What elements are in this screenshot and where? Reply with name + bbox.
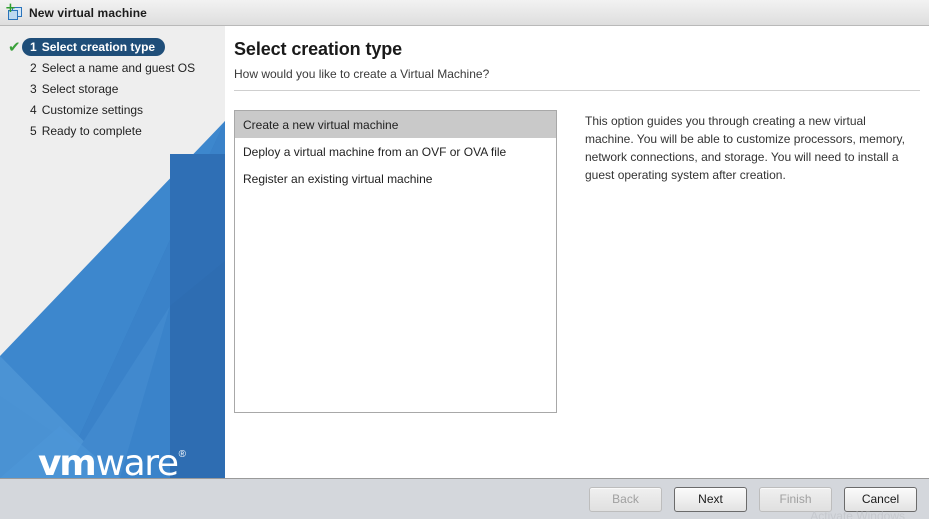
dialog-footer: Activate Windows Back Next Finish Cancel bbox=[0, 478, 929, 519]
sidebar-step-2[interactable]: 2 Select a name and guest OS bbox=[0, 59, 225, 80]
step-complete-check-icon: ✔ bbox=[8, 38, 21, 56]
step-number: 2 bbox=[30, 61, 37, 75]
sidebar-step-4[interactable]: 4 Customize settings bbox=[0, 101, 225, 122]
option-deploy-from-ovf[interactable]: Deploy a virtual machine from an OVF or … bbox=[235, 138, 556, 165]
step-number: 5 bbox=[30, 124, 37, 138]
content-row: Create a new virtual machine Deploy a vi… bbox=[234, 110, 929, 413]
new-vm-icon: + bbox=[5, 0, 23, 21]
window-title: New virtual machine bbox=[29, 5, 147, 20]
vmware-logo: vm ware ® bbox=[38, 443, 187, 479]
window-titlebar: + New virtual machine bbox=[0, 0, 929, 26]
vmware-logo-ware: ware bbox=[95, 443, 179, 479]
creation-type-list[interactable]: Create a new virtual machine Deploy a vi… bbox=[234, 110, 557, 413]
finish-button[interactable]: Finish bbox=[759, 486, 832, 512]
option-register-existing-vm[interactable]: Register an existing virtual machine bbox=[235, 165, 556, 192]
step-label: Ready to complete bbox=[41, 124, 142, 138]
step-label: Select a name and guest OS bbox=[41, 61, 196, 75]
wizard-step-list: ✔ 1 Select creation type 2 Select a name… bbox=[0, 38, 225, 143]
next-button[interactable]: Next bbox=[674, 486, 747, 512]
sidebar-step-5[interactable]: 5 Ready to complete bbox=[0, 122, 225, 143]
step-number: 3 bbox=[30, 82, 37, 96]
sidebar-step-3[interactable]: 3 Select storage bbox=[0, 80, 225, 101]
back-button[interactable]: Back bbox=[589, 486, 662, 512]
step-label: Select creation type bbox=[41, 40, 156, 54]
step-label: Customize settings bbox=[41, 103, 144, 117]
header-divider bbox=[234, 90, 920, 91]
page-subtitle: How would you like to create a Virtual M… bbox=[234, 67, 490, 81]
step-number: 1 bbox=[30, 40, 37, 54]
new-virtual-machine-dialog: + New virtual machine ✔ 1 Select creatio… bbox=[0, 0, 929, 519]
option-create-new-vm[interactable]: Create a new virtual machine bbox=[235, 111, 556, 138]
cancel-button[interactable]: Cancel bbox=[844, 486, 917, 512]
option-description: This option guides you through creating … bbox=[585, 114, 905, 182]
step-label: Select storage bbox=[41, 82, 119, 96]
wizard-main-panel: Select creation type How would you like … bbox=[225, 26, 929, 478]
sidebar-step-1[interactable]: ✔ 1 Select creation type bbox=[0, 38, 225, 59]
plus-badge-icon: + bbox=[5, 0, 16, 16]
vmware-logo-vm: vm bbox=[38, 443, 97, 479]
wizard-sidebar: ✔ 1 Select creation type 2 Select a name… bbox=[0, 26, 225, 478]
page-title: Select creation type bbox=[234, 39, 403, 59]
step-number: 4 bbox=[30, 103, 37, 117]
registered-trademark-icon: ® bbox=[178, 449, 187, 460]
